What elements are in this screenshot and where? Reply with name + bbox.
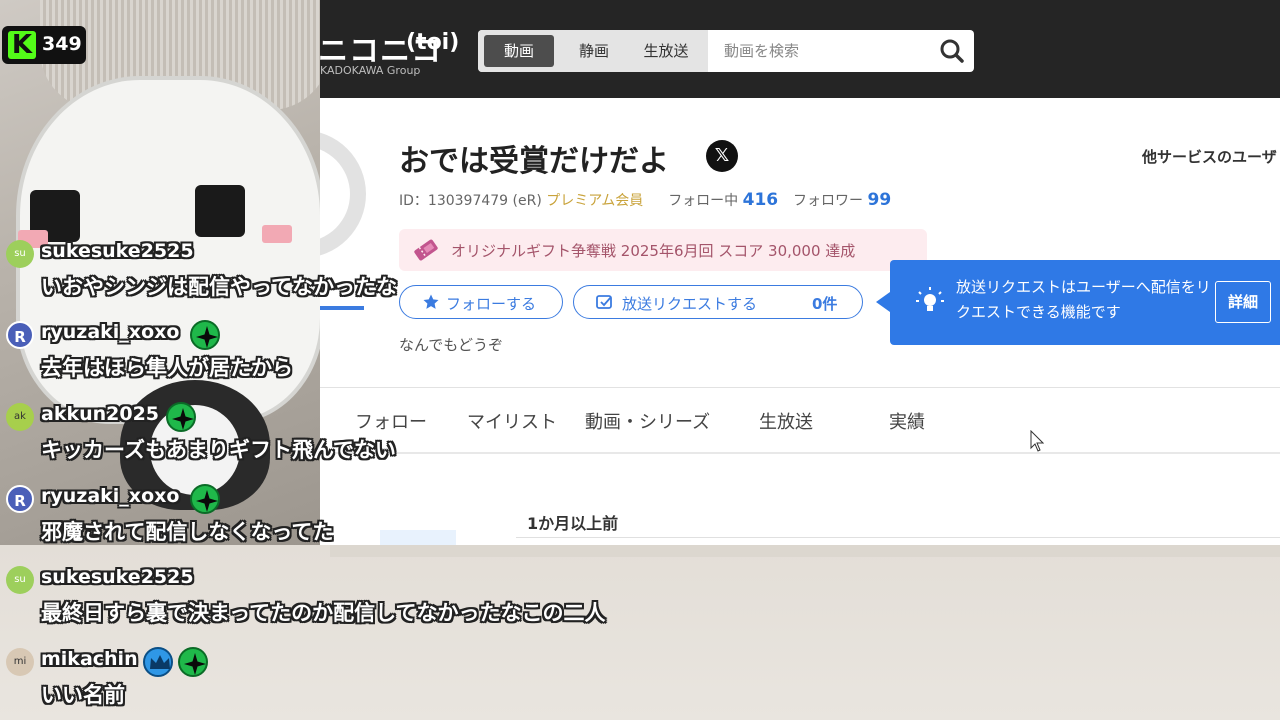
chat-username: sukesuke2525 [41, 240, 194, 262]
broadcast-request-button[interactable]: 放送リクエストする 0件 [573, 285, 863, 319]
chat-username: ryuzaki_xoxo [41, 485, 180, 507]
followers-label[interactable]: フォロワー [793, 193, 863, 209]
avatar: su [6, 240, 34, 268]
search-tabs: 動画 静画 生放送 [478, 30, 708, 72]
sparkle-badge-icon [178, 647, 208, 677]
chat-message: su sukesuke2525 最終日すら裏で決まってたのか配信してなかったなこ… [6, 566, 726, 636]
following-count[interactable]: 416 [743, 190, 779, 210]
user-meta: ID：130397479 (eR) プレミアム会員 フォロー中 416 フォロワ… [399, 190, 891, 210]
section-heading: 1か月以上前 [527, 514, 619, 533]
chat-text: 邪魔されて配信しなくなってた [41, 520, 334, 544]
chat-username: sukesuke2525 [41, 566, 194, 588]
pixel-eye-right [195, 185, 245, 237]
chat-message: R ryuzaki_xoxo 去年はほら隼人が居たから [6, 320, 476, 391]
divider [516, 537, 1280, 538]
avatar: mi [6, 648, 34, 676]
avatar: su [6, 566, 34, 594]
following-label[interactable]: フォロー中 [668, 193, 738, 209]
gift-banner-text: オリジナルギフト争奪戦 2025年6月回 スコア 30,000 達成 [451, 242, 856, 260]
search-button[interactable] [930, 30, 974, 72]
viewer-count: 349 [42, 33, 82, 55]
chat-message: ak akkun2025 キッカーズもあまりギフト飛んでない [6, 402, 476, 473]
mouse-cursor-icon [1030, 430, 1044, 452]
search-icon [940, 39, 964, 63]
chat-username: mikachin [41, 648, 138, 670]
avatar: R [6, 321, 34, 349]
site-logo-toi: (toi) [406, 30, 460, 55]
followers-count[interactable]: 99 [868, 190, 892, 210]
chat-username: ryuzaki_xoxo [41, 321, 180, 343]
chat-message: mi mikachin いい名前 [6, 647, 476, 718]
chat-message: R ryuzaki_xoxo 邪魔されて配信しなくなってた [6, 484, 476, 555]
lightbulb-icon [916, 287, 944, 311]
chat-text: いい名前 [41, 683, 125, 707]
chat-username: akkun2025 [41, 403, 160, 425]
crown-badge-icon [143, 647, 173, 677]
search-input[interactable] [710, 30, 930, 72]
sparkle-badge-icon [190, 320, 220, 350]
gift-achievement-banner[interactable]: オリジナルギフト争奪戦 2025年6月回 スコア 30,000 達成 [399, 229, 927, 271]
search-tab-live[interactable]: 生放送 [630, 35, 702, 67]
chat-text: キッカーズもあまりギフト飛んでない [41, 438, 396, 462]
tab-achievements[interactable]: 実績 [889, 408, 925, 434]
site-header: ニコニコ (toi) KADOKAWA Group 動画 静画 生放送 [320, 0, 1280, 98]
tooltip-detail-button[interactable]: 詳細 [1215, 281, 1271, 323]
sparkle-badge-icon [190, 484, 220, 514]
avatar: R [6, 485, 34, 513]
request-count: 0件 [812, 295, 838, 313]
search-bar: 動画 静画 生放送 [478, 30, 974, 72]
user-id: ID：130397479 (eR) [399, 193, 542, 209]
request-icon [596, 295, 612, 309]
chat-text: 最終日すら裏で決まってたのか配信してなかったなこの二人 [41, 601, 606, 625]
site-logo-sub: KADOKAWA Group [320, 64, 421, 77]
chat-text: 去年はほら隼人が居たから [41, 356, 293, 380]
search-tab-image[interactable]: 静画 [560, 35, 628, 67]
avatar: ak [6, 403, 34, 431]
tab-videos-series[interactable]: 動画・シリーズ [585, 408, 710, 434]
tab-live[interactable]: 生放送 [759, 408, 813, 434]
tooltip-text: 放送リクエストはユーザーへ配信をリクエストできる機能です [956, 278, 1211, 321]
tab-mylist[interactable]: マイリスト [467, 408, 557, 434]
chat-text: いおやシンジは配信やってなかったな [41, 275, 397, 299]
viewer-counter: K 349 [2, 26, 86, 64]
x-twitter-icon[interactable]: 𝕏 [706, 140, 738, 172]
other-services-label: 他サービスのユーザ [1142, 148, 1277, 166]
search-tab-video[interactable]: 動画 [484, 35, 554, 67]
premium-badge: プレミアム会員 [546, 193, 644, 209]
avatar[interactable] [320, 130, 366, 258]
chat-message: su sukesuke2525 いおやシンジは配信やってなかったな [6, 240, 476, 310]
broadcast-request-tooltip: 放送リクエストはユーザーへ配信をリクエストできる機能です 詳細 [876, 260, 1280, 345]
user-name: おでは受賞だけだよ [399, 144, 669, 179]
request-button-label: 放送リクエストする [622, 295, 758, 313]
sparkle-badge-icon [166, 402, 196, 432]
kick-logo-icon: K [8, 31, 36, 59]
